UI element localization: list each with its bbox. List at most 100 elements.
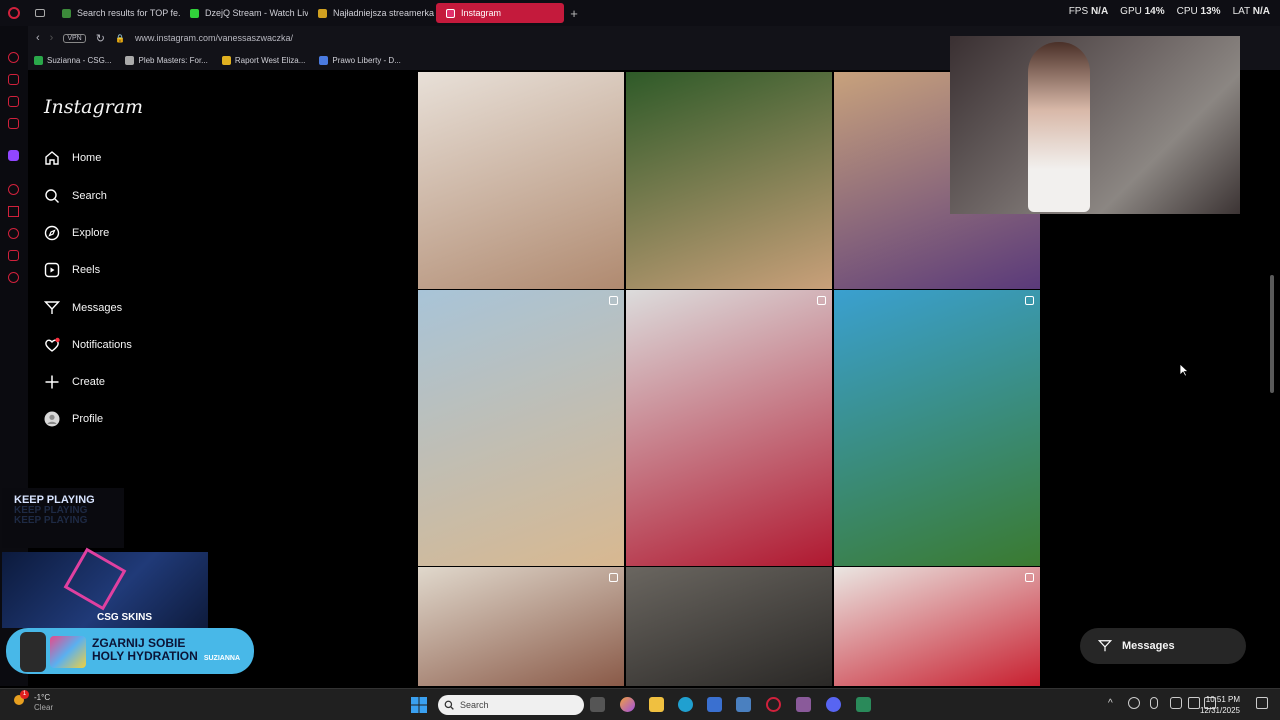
url-field[interactable]: www.instagram.com/vanessaszwaczka/ <box>135 33 293 43</box>
wifi-icon[interactable] <box>1188 697 1200 709</box>
cpu-stat: CPU 13% <box>1176 6 1221 17</box>
bookmark-suzianna[interactable]: Suzianna - CSG... <box>34 55 112 65</box>
bookmark-prawo-liberty[interactable]: Prawo Liberty - D... <box>319 55 401 65</box>
tab-search-results[interactable]: Search results for TOP fe... <box>52 3 180 23</box>
file-explorer-icon[interactable] <box>649 697 664 712</box>
windows-taskbar: 1 -1°C Clear Search ^ 10:51 PM 12/31/202… <box>0 688 1280 720</box>
new-tab-button[interactable]: + <box>564 6 584 21</box>
holy-hydration-banner: ZGARNIJ SOBIE HOLY HYDRATION SUZIANNA <box>6 628 254 674</box>
task-view-icon[interactable] <box>590 697 605 712</box>
bookmark-label: Suzianna - CSG... <box>47 55 112 65</box>
tab-menu-icon[interactable] <box>28 9 52 17</box>
post-thumbnail[interactable] <box>626 290 832 566</box>
browser-logo-icon[interactable] <box>0 0 28 26</box>
streamer-figure <box>1028 42 1090 212</box>
nav-reels[interactable]: Reels <box>44 262 100 278</box>
app-icon[interactable] <box>856 697 871 712</box>
clock-date: 12/31/2025 <box>1199 706 1240 715</box>
tab-instagram[interactable]: Instagram <box>436 3 564 23</box>
tab-favicon-icon <box>318 8 327 18</box>
chat-app-icon[interactable] <box>8 96 19 107</box>
csg-skins-banner: CSG SKINS <box>2 547 208 628</box>
player-icon[interactable] <box>8 184 19 195</box>
lock-icon[interactable]: 🔒 <box>115 34 125 43</box>
search-icon <box>45 189 59 203</box>
taskbar-search[interactable]: Search <box>438 695 584 715</box>
twitch-icon[interactable] <box>8 150 19 161</box>
tab-label: Najładniejsza streamerka ... <box>333 8 436 18</box>
back-icon[interactable]: ‹ <box>36 32 40 44</box>
clock[interactable]: 10:51 PM 12/31/2025 <box>1200 694 1240 716</box>
microphone-icon[interactable] <box>1150 697 1158 709</box>
refresh-app-icon[interactable] <box>8 52 19 63</box>
post-thumbnail[interactable] <box>834 290 1040 566</box>
keep-playing-echo: KEEP PLAYING <box>14 515 88 526</box>
plus-icon <box>45 375 59 389</box>
mail-icon[interactable] <box>8 118 19 129</box>
tab-najladniejsza[interactable]: Najładniejsza streamerka ... <box>308 3 436 23</box>
nav-messages[interactable]: Messages <box>44 300 122 316</box>
messages-icon <box>44 301 60 314</box>
notification-bell-icon[interactable] <box>1256 697 1268 709</box>
post-thumbnail[interactable] <box>418 72 624 289</box>
discord-icon[interactable] <box>826 697 841 712</box>
windows-start-icon[interactable] <box>411 697 427 713</box>
nav-home[interactable]: Home <box>44 150 101 166</box>
messages-floating-button[interactable]: Messages <box>1080 628 1246 664</box>
carousel-icon <box>609 296 618 305</box>
tab-dzejq-stream[interactable]: DzejQ Stream - Watch Liv... <box>180 3 308 23</box>
display-icon[interactable] <box>1170 697 1182 709</box>
send-icon[interactable] <box>8 206 19 217</box>
nav-label: Messages <box>72 302 123 314</box>
shaker-icon <box>20 632 46 672</box>
tray-network-icon[interactable] <box>1128 697 1140 709</box>
product-pack-icon <box>50 636 86 668</box>
box-icon[interactable] <box>8 250 19 261</box>
instagram-logo[interactable]: Instagram <box>44 96 143 118</box>
settings-icon[interactable] <box>8 272 19 283</box>
store-icon[interactable] <box>707 697 722 712</box>
bookmark-label: Pleb Masters: For... <box>138 55 208 65</box>
bookmark-pleb-masters[interactable]: Pleb Masters: For... <box>125 55 208 65</box>
nav-label: Home <box>72 152 102 164</box>
weather-widget[interactable]: 1 -1°C Clear <box>14 690 53 713</box>
bookmark-label: Raport West Eliza... <box>234 55 306 65</box>
nav-label: Explore <box>72 227 110 239</box>
carousel-icon <box>1025 573 1034 582</box>
vpn-badge[interactable]: VPN <box>63 33 86 43</box>
bookmark-raport[interactable]: Raport West Eliza... <box>221 55 306 65</box>
snipping-tool-icon[interactable] <box>796 697 811 712</box>
edge-icon[interactable] <box>678 697 693 712</box>
post-thumbnail[interactable] <box>418 567 624 686</box>
lat-stat: LAT N/A <box>1232 6 1270 17</box>
post-thumbnail[interactable] <box>626 72 832 289</box>
history-icon[interactable] <box>8 228 19 239</box>
forward-icon[interactable]: › <box>50 32 54 44</box>
bag-icon[interactable] <box>8 74 19 85</box>
nav-search[interactable]: Search <box>44 188 107 204</box>
performance-stats: FPS N/A GPU 14% CPU 13% LAT N/A <box>1069 6 1270 17</box>
post-thumbnail[interactable] <box>418 290 624 566</box>
nav-create[interactable]: Create <box>44 374 105 390</box>
taskbar-search-placeholder: Search <box>460 700 489 710</box>
compass-icon <box>44 225 60 241</box>
page-scrollbar[interactable] <box>1270 275 1274 393</box>
carousel-icon <box>1025 296 1034 305</box>
post-thumbnail[interactable] <box>834 567 1040 686</box>
tab-label: DzejQ Stream - Watch Liv... <box>205 8 308 18</box>
post-thumbnail[interactable] <box>626 567 832 686</box>
tab-favicon-icon <box>62 8 71 18</box>
tray-chevron-icon[interactable]: ^ <box>1108 698 1113 709</box>
carousel-icon <box>609 573 618 582</box>
opera-gx-icon[interactable] <box>766 697 781 712</box>
copilot-icon[interactable] <box>620 697 635 712</box>
reload-icon[interactable]: ↻ <box>96 32 105 45</box>
nav-notifications[interactable]: Notifications <box>44 337 132 353</box>
nav-label: Notifications <box>72 339 132 351</box>
avatar-icon <box>44 411 60 427</box>
mail-app-icon[interactable] <box>736 697 751 712</box>
nav-profile[interactable]: Profile <box>44 411 103 427</box>
heart-icon <box>45 337 60 352</box>
bookmark-favicon-icon <box>34 55 43 65</box>
nav-explore[interactable]: Explore <box>44 225 109 241</box>
